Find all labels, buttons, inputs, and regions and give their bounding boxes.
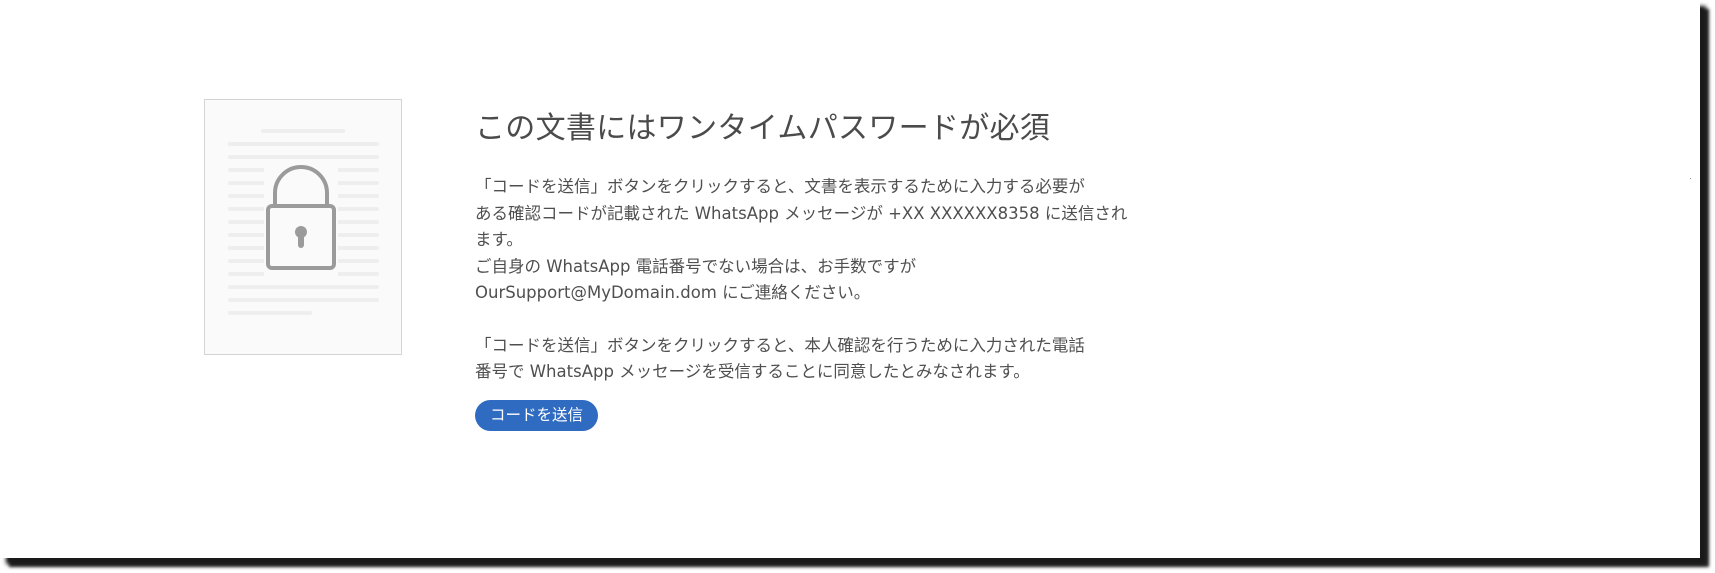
document-illustration [228,129,379,315]
divider-dot [1690,178,1691,179]
padlock-icon [264,162,338,282]
send-code-button[interactable]: コードを送信 [475,399,599,431]
otp-dialog-content: この文書にはワンタイムパスワードが必須 「コードを送信」ボタンをクリックすると、… [475,104,1135,431]
instructions-line: ご自身の WhatsApp 電話番号でない場合は、お手数ですが [475,256,917,276]
instructions-line: OurSupport@MyDomain.dom にご連絡ください。 [475,283,871,302]
consent-paragraph: 「コードを送信」ボタンをクリックすると、本人確認を行うために入力された電話 番号… [475,333,1135,386]
page-title: この文書にはワンタイムパスワードが必須 [475,111,1051,146]
instructions-paragraph: 「コードを送信」ボタンをクリックすると、文書を表示するために入力する必要が ある… [475,174,1135,307]
consent-line: 番号で WhatsApp メッセージを受信することに同意したとみなされます。 [475,362,1030,381]
instructions-line: 「コードを送信」ボタンをクリックすると、文書を表示するために入力する必要が [475,177,1085,196]
instructions-line: ある確認コードが記載された WhatsApp メッセージが +XX XXXXXX… [475,203,1128,223]
consent-line: 「コードを送信」ボタンをクリックすると、本人確認を行うために入力された電話 [475,335,1085,355]
instructions-line: ます。 [475,230,523,249]
locked-document-icon [204,99,402,355]
page-frame: この文書にはワンタイムパスワードが必須 「コードを送信」ボタンをクリックすると、… [0,0,1700,558]
